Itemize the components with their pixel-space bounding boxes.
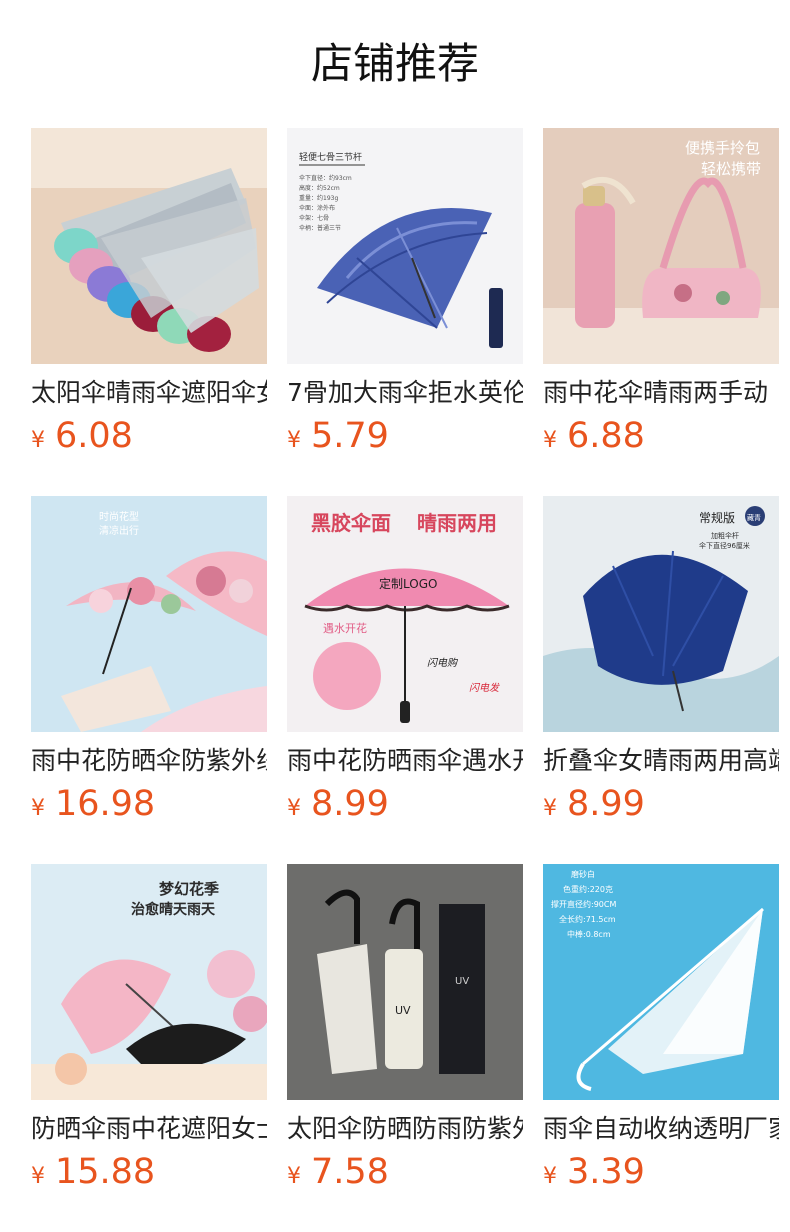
image-text: 撑开直径约:90CM — [551, 899, 616, 909]
image-text: 时尚花型 — [99, 510, 139, 523]
product-name[interactable]: 太阳伞晴雨伞遮阳伞女 — [31, 375, 267, 411]
clear-umbrella-image[interactable]: 磨砂白 色重约:220克 撑开直径约:90CM 全长约:71.5cm 中棒:0.… — [543, 864, 779, 1100]
price-value: 16.98 — [55, 784, 156, 824]
currency-symbol: ¥ — [287, 796, 301, 821]
currency-symbol: ¥ — [287, 428, 301, 453]
product-price: ¥16.98 — [31, 784, 155, 828]
image-text: 伞下直径96厘米 — [699, 541, 750, 550]
price-value: 6.08 — [55, 416, 133, 456]
pink-umbrella-logo-image[interactable]: 黑胶伞面 晴雨两用 定制LOGO 遇水开花 闪电购 闪电发 — [287, 496, 523, 732]
image-text: 晴雨两用 — [417, 511, 497, 535]
image-text: 闪电发 — [469, 682, 500, 694]
product-name[interactable]: 雨伞自动收纳透明厂家 — [543, 1111, 779, 1147]
image-text: 轻松携带 — [701, 160, 761, 178]
uv-umbrella-box-image[interactable]: UV UV — [287, 864, 523, 1100]
product-price: ¥8.99 — [287, 784, 389, 828]
price-value: 15.88 — [55, 1152, 156, 1192]
currency-symbol: ¥ — [31, 1164, 45, 1189]
image-text: 藏青 — [747, 513, 761, 522]
product-card[interactable]: 梦幻花季 治愈晴天雨天 防晒伞雨中花遮阳女士 ¥15.88 — [31, 864, 267, 1232]
product-card[interactable]: 太阳伞晴雨伞遮阳伞女 ¥6.08 — [31, 128, 267, 496]
image-text: 定制LOGO — [379, 576, 437, 591]
image-text: 闪电购 — [427, 657, 459, 669]
currency-symbol: ¥ — [31, 796, 45, 821]
image-text: 中棒:0.8cm — [567, 929, 611, 939]
currency-symbol: ¥ — [31, 428, 45, 453]
image-text: 伞下直径：约93cm — [299, 174, 352, 182]
image-text: UV — [455, 976, 469, 987]
product-name[interactable]: 太阳伞防晒防雨防紫外 — [287, 1111, 523, 1147]
image-text: 梦幻花季 — [159, 880, 219, 898]
price-value: 5.79 — [311, 416, 389, 456]
currency-symbol: ¥ — [287, 1164, 301, 1189]
image-text: 治愈晴天雨天 — [131, 901, 216, 918]
price-value: 8.99 — [567, 784, 645, 824]
floral-umbrellas-image[interactable]: 时尚花型 清凉出行 — [31, 496, 267, 732]
price-value: 3.39 — [567, 1152, 645, 1192]
image-text: 伞面：涂外布 — [299, 204, 335, 212]
image-text: 色重约:220克 — [563, 884, 613, 894]
product-card[interactable]: 便携手拎包 轻松携带 雨中花伞晴雨两手动 ¥6.88 — [543, 128, 779, 496]
image-text: 磨砂白 — [571, 869, 595, 879]
image-text: 轻便七骨三节杆 — [299, 151, 362, 163]
product-name[interactable]: 7骨加大雨伞拒水英伦 — [287, 375, 523, 411]
product-name[interactable]: 防晒伞雨中花遮阳女士 — [31, 1111, 267, 1147]
currency-symbol: ¥ — [543, 1164, 557, 1189]
product-price: ¥8.99 — [543, 784, 645, 828]
navy-umbrella-image[interactable]: 常规版 藏青 加粗伞杆 伞下直径96厘米 — [543, 496, 779, 732]
currency-symbol: ¥ — [543, 428, 557, 453]
product-name[interactable]: 雨中花防晒伞防紫外线 — [31, 743, 267, 779]
price-value: 6.88 — [567, 416, 645, 456]
product-price: ¥6.08 — [31, 416, 133, 460]
image-text: 黑胶伞面 — [311, 511, 391, 535]
product-card[interactable]: 轻便七骨三节杆 伞下直径：约93cm 高度：约52cm 重量：约193g 伞面：… — [287, 128, 523, 496]
plaid-umbrella-image[interactable]: 轻便七骨三节杆 伞下直径：约93cm 高度：约52cm 重量：约193g 伞面：… — [287, 128, 523, 364]
image-text: 便携手拎包 — [685, 139, 760, 157]
currency-symbol: ¥ — [543, 796, 557, 821]
image-text: 常规版 — [699, 510, 735, 525]
image-text: 伞柄：普通三节 — [299, 224, 341, 232]
product-card[interactable]: 黑胶伞面 晴雨两用 定制LOGO 遇水开花 闪电购 闪电发 雨中花防晒雨伞遇水开… — [287, 496, 523, 864]
image-text: UV — [395, 1004, 411, 1017]
product-price: ¥5.79 — [287, 416, 389, 460]
product-name[interactable]: 雨中花防晒雨伞遇水开花 — [287, 743, 523, 779]
product-grid: 太阳伞晴雨伞遮阳伞女 ¥6.08 轻便七骨三节杆 伞下直径：约93cm 高度：约… — [31, 128, 779, 1232]
image-text: 伞架：七骨 — [299, 214, 329, 222]
product-name[interactable]: 雨中花伞晴雨两手动 — [543, 375, 779, 411]
product-card[interactable]: 时尚花型 清凉出行 雨中花防晒伞防紫外线 ¥16.98 — [31, 496, 267, 864]
pink-floral-umbrella-bag-image[interactable]: 便携手拎包 轻松携带 — [543, 128, 779, 364]
price-value: 7.58 — [311, 1152, 389, 1192]
product-card[interactable]: 常规版 藏青 加粗伞杆 伞下直径96厘米 折叠伞女晴雨两用高端 ¥8.99 — [543, 496, 779, 864]
product-card[interactable]: UV UV 太阳伞防晒防雨防紫外 ¥7.58 — [287, 864, 523, 1232]
image-text: 高度：约52cm — [299, 184, 340, 192]
image-text: 遇水开花 — [323, 622, 367, 635]
price-value: 8.99 — [311, 784, 389, 824]
folded-umbrellas-image[interactable] — [31, 128, 267, 364]
pink-dream-umbrella-image[interactable]: 梦幻花季 治愈晴天雨天 — [31, 864, 267, 1100]
product-price: ¥15.88 — [31, 1152, 155, 1196]
image-text: 清凉出行 — [99, 524, 139, 537]
image-text: 全长约:71.5cm — [559, 914, 616, 924]
product-name[interactable]: 折叠伞女晴雨两用高端 — [543, 743, 779, 779]
product-price: ¥3.39 — [543, 1152, 645, 1196]
product-price: ¥7.58 — [287, 1152, 389, 1196]
image-text: 重量：约193g — [299, 194, 338, 202]
section-title: 店铺推荐 — [310, 39, 479, 88]
image-text: 加粗伞杆 — [711, 531, 739, 540]
product-card[interactable]: 磨砂白 色重约:220克 撑开直径约:90CM 全长约:71.5cm 中棒:0.… — [543, 864, 779, 1232]
product-price: ¥6.88 — [543, 416, 645, 460]
